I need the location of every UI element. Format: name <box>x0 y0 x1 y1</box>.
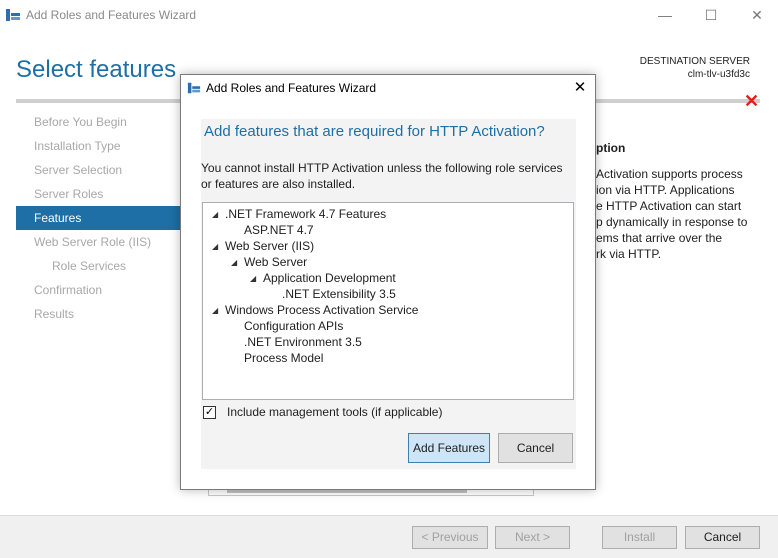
add-features-button[interactable]: Add Features <box>408 433 490 463</box>
expand-arrow-icon[interactable]: ◢ <box>212 303 225 319</box>
previous-button[interactable]: < Previous <box>412 526 488 549</box>
nav-item-confirmation[interactable]: Confirmation <box>16 278 180 302</box>
nav-item-server-roles[interactable]: Server Roles <box>16 182 180 206</box>
server-manager-icon <box>187 82 201 94</box>
dialog-message: You cannot install HTTP Activation unles… <box>201 161 563 191</box>
window-title: Add Roles and Features Wizard <box>26 8 197 22</box>
description-text: Activation supports process ion via HTTP… <box>596 167 748 261</box>
nav-item-server-selection[interactable]: Server Selection <box>16 158 180 182</box>
install-button[interactable]: Install <box>602 526 677 549</box>
server-manager-icon <box>6 9 20 21</box>
nav-item-results[interactable]: Results <box>16 302 180 326</box>
maximize-button[interactable]: ☐ <box>688 0 734 30</box>
tree-node[interactable]: ASP.NET 4.7 <box>231 222 314 238</box>
include-management-tools-checkbox[interactable]: ✓ <box>203 406 216 419</box>
required-features-dialog: Add Roles and Features Wizard ✕ Add feat… <box>180 74 596 490</box>
nav-item-installation-type[interactable]: Installation Type <box>16 134 180 158</box>
nav-item-features[interactable]: Features <box>16 206 180 230</box>
tree-node-label: ASP.NET 4.7 <box>244 223 314 237</box>
tree-node-label: .NET Framework 4.7 Features <box>225 207 387 221</box>
dialog-heading: Add features that are required for HTTP … <box>204 123 545 140</box>
expand-arrow-icon[interactable]: ◢ <box>212 239 225 255</box>
tree-node[interactable]: ◢ Web Server <box>231 254 307 270</box>
wizard-nav: Before You Begin Installation Type Serve… <box>16 110 180 326</box>
tree-node[interactable]: ◢ Application Development <box>250 270 396 286</box>
dialog-cancel-button[interactable]: Cancel <box>498 433 573 463</box>
tree-node[interactable]: ◢ .NET Framework 4.7 Features <box>212 206 386 222</box>
destination-server-name: clm-tlv-u3fd3c <box>687 69 750 80</box>
nav-item-before-you-begin[interactable]: Before You Begin <box>16 110 180 134</box>
window-titlebar: Add Roles and Features Wizard — ☐ ✕ <box>0 0 778 30</box>
expand-arrow-icon[interactable]: ◢ <box>250 271 263 287</box>
tree-node-label: Configuration APIs <box>244 319 344 333</box>
include-management-tools-label: Include management tools (if applicable) <box>227 405 443 419</box>
tree-node[interactable]: ◢ Windows Process Activation Service <box>212 302 418 318</box>
close-button[interactable]: ✕ <box>734 0 778 30</box>
tree-node[interactable]: .NET Environment 3.5 <box>231 334 362 350</box>
dialog-close-button[interactable]: ✕ <box>565 75 595 101</box>
description-title: ption <box>596 141 626 155</box>
nav-item-role-services[interactable]: Role Services <box>16 254 180 278</box>
page-title: Select features <box>16 56 177 83</box>
dialog-content: Add features that are required for HTTP … <box>201 119 576 469</box>
tree-node-label: .NET Extensibility 3.5 <box>282 287 396 301</box>
cancel-button[interactable]: Cancel <box>685 526 760 549</box>
tree-node-label: Web Server <box>244 255 308 269</box>
minimize-button[interactable]: — <box>642 0 688 30</box>
tree-node[interactable]: Configuration APIs <box>231 318 343 334</box>
tree-node-label: Process Model <box>244 351 324 365</box>
tree-node[interactable]: Process Model <box>231 350 323 366</box>
tree-node-label: .NET Environment 3.5 <box>244 335 362 349</box>
error-icon[interactable]: ✕ <box>744 92 759 110</box>
destination-server-label: DESTINATION SERVER <box>639 56 750 67</box>
expand-arrow-icon[interactable]: ◢ <box>212 207 225 223</box>
tree-node-label: Application Development <box>263 271 396 285</box>
nav-item-web-server-role[interactable]: Web Server Role (IIS) <box>16 230 180 254</box>
dialog-title: Add Roles and Features Wizard <box>206 81 377 95</box>
tree-node[interactable]: ◢ Web Server (IIS) <box>212 238 314 254</box>
next-button[interactable]: Next > <box>495 526 570 549</box>
required-features-tree[interactable]: ◢ .NET Framework 4.7 Features ASP.NET 4.7 ◢… <box>202 202 574 400</box>
expand-arrow-icon[interactable]: ◢ <box>231 255 244 271</box>
tree-node-label: Windows Process Activation Service <box>225 303 419 317</box>
tree-node[interactable]: .NET Extensibility 3.5 <box>269 286 396 302</box>
tree-node-label: Web Server (IIS) <box>225 239 315 253</box>
